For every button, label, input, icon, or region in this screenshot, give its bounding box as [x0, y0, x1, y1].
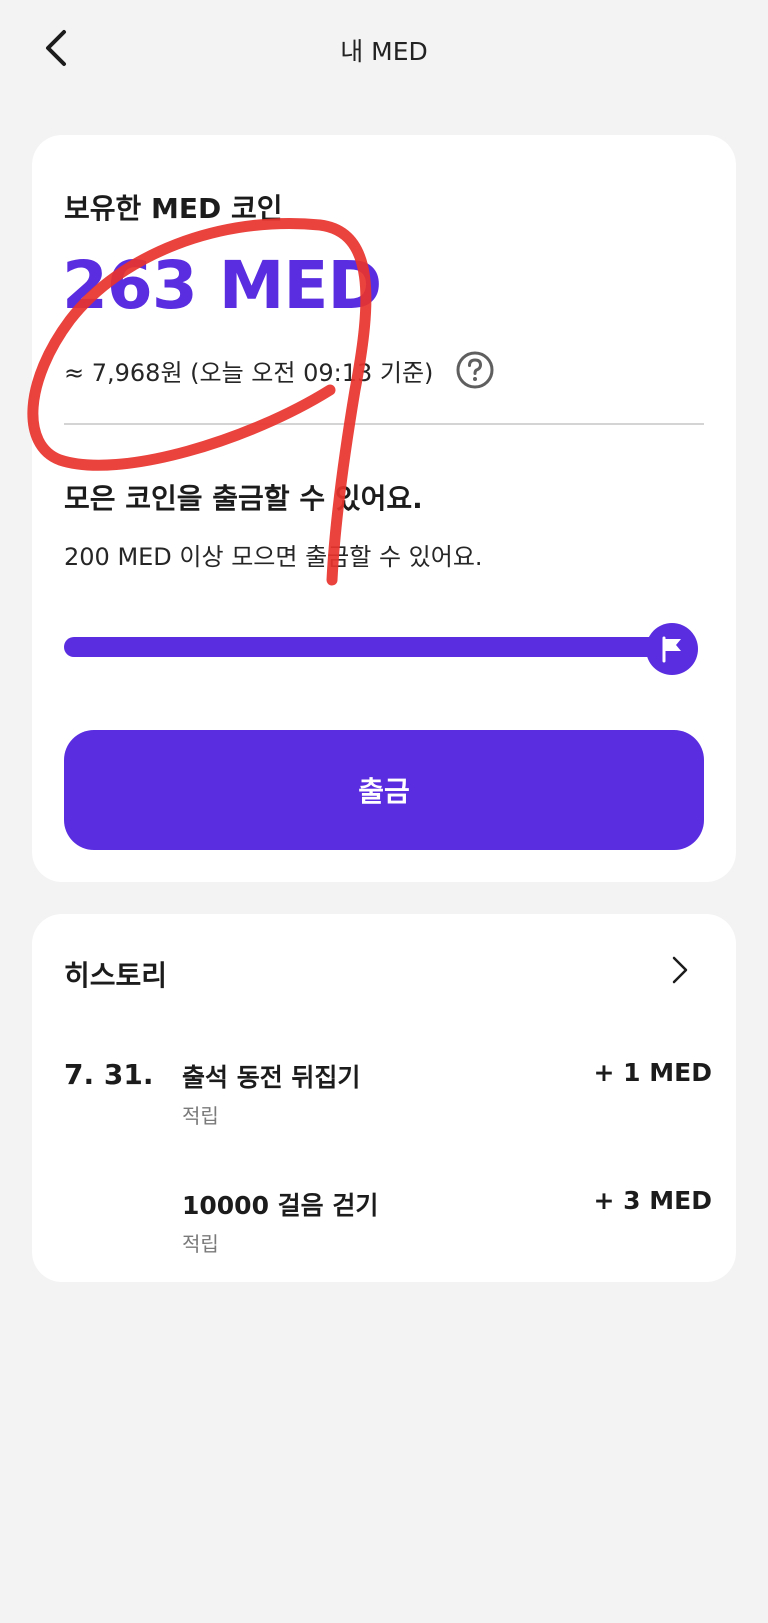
history-date: 7. 31. [64, 1058, 154, 1091]
balance-amount: 263 MED [62, 247, 382, 324]
history-item-type: 적립 [182, 1232, 219, 1256]
history-card: 히스토리 7. 31. 출석 동전 뒤집기 적립 + 1 MED 10000 걸… [32, 914, 736, 1282]
fiat-value-row: ≈ 7,968원 (오늘 오전 09:13 기준) [64, 350, 495, 390]
flag-icon [662, 636, 681, 663]
top-bar: 내 MED [0, 0, 768, 100]
history-item-type: 적립 [182, 1104, 219, 1128]
fiat-value-text: ≈ 7,968원 (오늘 오전 09:13 기준) [64, 358, 434, 387]
page-title: 내 MED [340, 37, 428, 66]
history-item-amount: + 3 MED [593, 1186, 712, 1215]
divider [64, 423, 704, 425]
history-item-title: 10000 걸음 걷기 [182, 1191, 379, 1220]
progress-fill [64, 637, 684, 657]
withdraw-title: 모은 코인을 출금할 수 있어요. [64, 482, 423, 515]
progress-goal-marker [646, 623, 698, 675]
chevron-right-icon [672, 956, 688, 984]
progress-track [64, 637, 684, 657]
withdraw-button[interactable]: 출금 [64, 730, 704, 850]
balance-label: 보유한 MED 코인 [64, 192, 283, 225]
question-circle-icon[interactable] [455, 350, 495, 390]
history-more-button[interactable] [660, 950, 700, 990]
history-title: 히스토리 [64, 959, 168, 992]
history-item-amount: + 1 MED [593, 1058, 712, 1087]
balance-card: 보유한 MED 코인 263 MED ≈ 7,968원 (오늘 오전 09:13… [32, 135, 736, 882]
withdraw-description: 200 MED 이상 모으면 출금할 수 있어요. [64, 543, 483, 571]
history-item-title: 출석 동전 뒤집기 [182, 1063, 361, 1092]
